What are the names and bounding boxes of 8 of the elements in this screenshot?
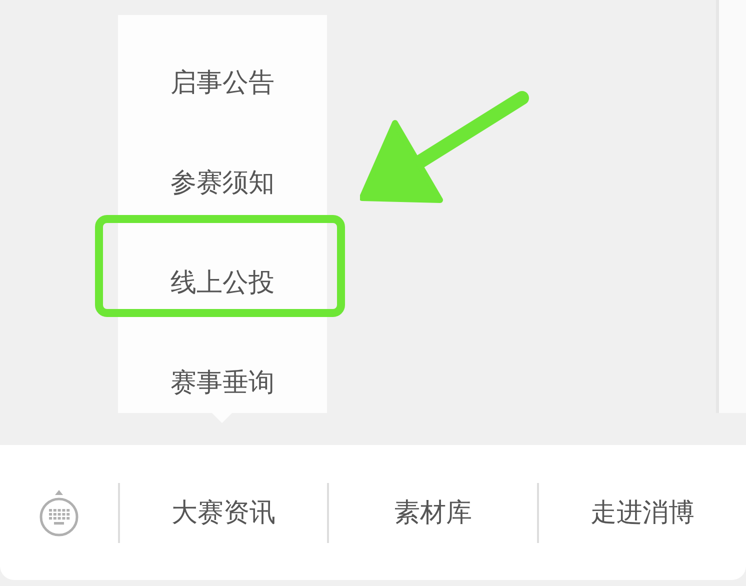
- menu-tab[interactable]: 大赛资讯: [172, 495, 276, 530]
- menu-item[interactable]: 参赛须知: [170, 164, 274, 200]
- menu-tab[interactable]: 走进消博: [590, 495, 694, 530]
- menu-item[interactable]: 赛事垂询: [170, 364, 274, 400]
- menu-item[interactable]: 线上公投: [170, 264, 274, 300]
- menu-tab[interactable]: 素材库: [394, 495, 472, 530]
- menu-item[interactable]: 启事公告: [170, 64, 274, 100]
- arrow-icon: [360, 90, 530, 205]
